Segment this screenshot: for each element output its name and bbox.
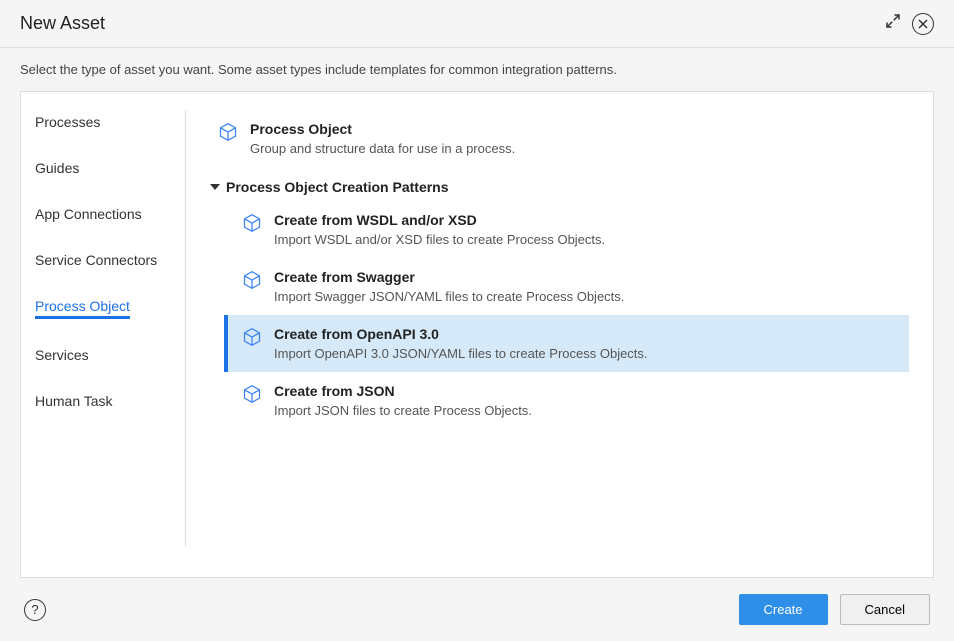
dialog-title: New Asset — [20, 13, 105, 34]
cube-icon — [242, 327, 262, 347]
sidebar-item-processes[interactable]: Processes — [35, 114, 100, 132]
cube-icon — [218, 122, 238, 142]
expand-icon[interactable] — [884, 12, 902, 35]
option-desc: Import Swagger JSON/YAML files to create… — [274, 289, 895, 304]
cube-icon — [242, 270, 262, 290]
cube-icon — [242, 213, 262, 233]
option-text: Create from JSON Import JSON files to cr… — [274, 383, 895, 418]
dialog-footer: ? Create Cancel — [0, 578, 954, 641]
section-header[interactable]: Process Object Creation Patterns — [210, 179, 909, 195]
option-desc: Import WSDL and/or XSD files to create P… — [274, 232, 895, 247]
option-text: Create from Swagger Import Swagger JSON/… — [274, 269, 895, 304]
sidebar: Processes Guides App Connections Service… — [21, 110, 186, 547]
option-title: Create from JSON — [274, 383, 895, 399]
sidebar-item-app-connections[interactable]: App Connections — [35, 206, 142, 224]
close-button[interactable] — [912, 13, 934, 35]
content-card: Processes Guides App Connections Service… — [20, 91, 934, 578]
option-desc: Import OpenAPI 3.0 JSON/YAML files to cr… — [274, 346, 895, 361]
sidebar-item-process-object[interactable]: Process Object — [35, 298, 130, 319]
option-create-from-swagger[interactable]: Create from Swagger Import Swagger JSON/… — [224, 258, 909, 315]
option-title: Process Object — [250, 121, 895, 137]
section-title: Process Object Creation Patterns — [226, 179, 449, 195]
option-create-from-wsdl-xsd[interactable]: Create from WSDL and/or XSD Import WSDL … — [224, 201, 909, 258]
option-create-from-openapi[interactable]: Create from OpenAPI 3.0 Import OpenAPI 3… — [224, 315, 909, 372]
option-create-from-json[interactable]: Create from JSON Import JSON files to cr… — [224, 372, 909, 429]
dialog-subtitle: Select the type of asset you want. Some … — [0, 48, 954, 91]
main-panel: Process Object Group and structure data … — [210, 110, 933, 547]
header-actions — [884, 12, 934, 35]
sidebar-item-human-task[interactable]: Human Task — [35, 393, 113, 411]
cancel-button[interactable]: Cancel — [840, 594, 930, 625]
option-title: Create from OpenAPI 3.0 — [274, 326, 895, 342]
option-desc: Import JSON files to create Process Obje… — [274, 403, 895, 418]
sidebar-item-service-connectors[interactable]: Service Connectors — [35, 252, 157, 270]
sidebar-item-services[interactable]: Services — [35, 347, 89, 365]
cube-icon — [242, 384, 262, 404]
footer-actions: Create Cancel — [739, 594, 931, 625]
sidebar-item-guides[interactable]: Guides — [35, 160, 79, 178]
option-title: Create from Swagger — [274, 269, 895, 285]
create-button[interactable]: Create — [739, 594, 828, 625]
option-text: Create from WSDL and/or XSD Import WSDL … — [274, 212, 895, 247]
help-button[interactable]: ? — [24, 599, 46, 621]
option-title: Create from WSDL and/or XSD — [274, 212, 895, 228]
option-process-object[interactable]: Process Object Group and structure data … — [210, 110, 909, 167]
option-desc: Group and structure data for use in a pr… — [250, 141, 895, 156]
new-asset-dialog: New Asset Select the type of asset you w… — [0, 0, 954, 641]
caret-down-icon — [210, 184, 220, 190]
option-text: Process Object Group and structure data … — [250, 121, 895, 156]
dialog-header: New Asset — [0, 0, 954, 48]
option-text: Create from OpenAPI 3.0 Import OpenAPI 3… — [274, 326, 895, 361]
